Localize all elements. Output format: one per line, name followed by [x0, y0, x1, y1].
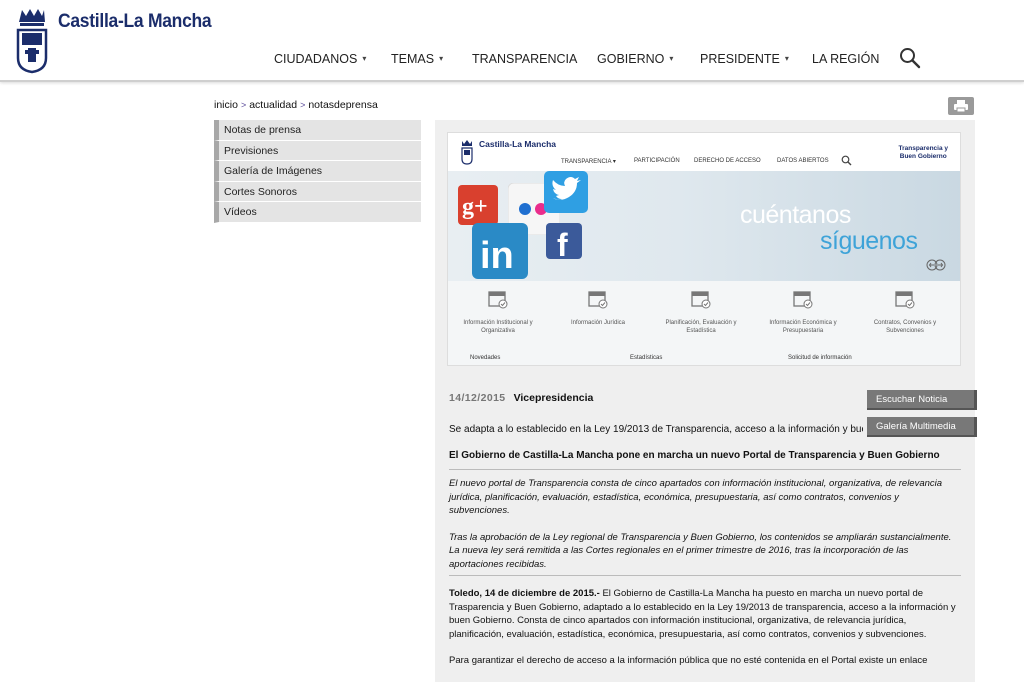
svg-text:in: in [480, 235, 514, 277]
media-gallery-button[interactable]: Galería Multimedia [867, 417, 977, 437]
nav-item-gobierno[interactable]: GOBIERNO ▾ [597, 52, 673, 66]
article-date: 14/12/2015 [449, 392, 506, 404]
preview-tile-label: Información Jurídica [570, 320, 626, 326]
breadcrumb: inicio > actualidad > notasdeprensa [214, 99, 378, 111]
preview-tile: Información Jurídica [548, 289, 648, 327]
preview-nav-item: TRANSPARENCIA ▾ [561, 159, 616, 165]
print-button[interactable] [948, 97, 974, 115]
brand-name[interactable]: Castilla-La Mancha [58, 11, 212, 33]
nav-item-presidente[interactable]: PRESIDENTE ▾ [700, 52, 789, 66]
breadcrumb-separator: > [300, 100, 306, 110]
article-image[interactable]: Castilla-La Mancha Transparencia y Buen … [447, 132, 961, 366]
chevron-down-icon: ▾ [784, 54, 789, 63]
nav-item-ciudadanos[interactable]: CIUDADANOS ▾ [274, 52, 366, 66]
preview-tile-label: Planificación, Evaluación y Estadística [665, 320, 737, 334]
divider [449, 575, 961, 576]
dateline: Toledo, 14 de diciembre de 2015.- [449, 588, 600, 599]
article-lead: Se adapta a lo establecido en la Ley 19/… [449, 424, 863, 435]
preview-tiles: Información Institucional y Organizativa… [448, 281, 960, 365]
chevron-down-icon: ▾ [439, 54, 444, 63]
banner-text-cuentanos: cuéntanos [740, 201, 851, 229]
facebook-icon: f [546, 223, 582, 259]
preview-tile: Planificación, Evaluación y Estadística [651, 289, 751, 335]
sidebar-item-previsiones[interactable]: Previsiones [214, 140, 421, 162]
preview-nav-item: DERECHO DE ACCESO [694, 158, 761, 164]
article-meta: 14/12/2015 Vicepresidencia [449, 392, 593, 404]
article-area[interactable]: Vicepresidencia [514, 392, 594, 404]
summary-paragraph: El nuevo portal de Transparencia consta … [449, 478, 943, 516]
carousel-arrows-icon [926, 259, 946, 271]
breadcrumb-separator: > [240, 100, 247, 110]
nav-label: PRESIDENTE [700, 52, 780, 66]
twitter-icon [544, 171, 588, 213]
nav-item-temas[interactable]: TEMAS ▾ [391, 52, 443, 66]
preview-tile-label: Contratos, Convenios y Subvenciones [873, 320, 937, 334]
site-header: Castilla-La Mancha CIUDADANOS ▾ TEMAS ▾ TR… [0, 0, 1024, 82]
preview-portal-title-line: Transparencia y [898, 145, 949, 152]
preview-portal-title-line: Buen Gobierno [899, 153, 947, 160]
preview-nav-item: PARTICIPACIÓN [634, 158, 680, 164]
summary-paragraph: Tras la aprobación de la Ley regional de… [449, 531, 952, 570]
google-plus-icon: g+ [458, 185, 498, 225]
breadcrumb-item-actualidad[interactable]: actualidad [249, 99, 297, 111]
preview-strip-item: Novedades [470, 355, 501, 361]
calendar-check-icon [793, 291, 813, 309]
sidebar-item-cortes-sonoros[interactable]: Cortes Sonoros [214, 181, 421, 203]
breadcrumb-item-inicio[interactable]: inicio [214, 99, 238, 111]
calendar-check-icon [895, 291, 915, 309]
calendar-check-icon [691, 291, 711, 309]
preview-tile: Contratos, Convenios y Subvenciones [855, 289, 955, 335]
nav-item-la-region[interactable]: LA REGIÓN [812, 52, 879, 66]
coat-of-arms-icon [461, 140, 473, 165]
calendar-check-icon [588, 291, 608, 309]
body-paragraph: Toledo, 14 de diciembre de 2015.- El Gob… [449, 587, 961, 641]
section-menu: Notas de prensa Previsiones Galería de I… [214, 120, 421, 223]
sidebar-item-notas-de-prensa[interactable]: Notas de prensa [214, 120, 421, 141]
preview-tile: Información Institucional y Organizativa [448, 289, 548, 335]
nav-label: LA REGIÓN [812, 52, 880, 66]
preview-brand: Castilla-La Mancha [479, 139, 556, 149]
preview-tile: Información Económica y Presupuestaria [753, 289, 853, 335]
article-headline: El Gobierno de Castilla-La Mancha pone e… [449, 450, 961, 470]
search-icon[interactable] [899, 47, 921, 69]
calendar-check-icon [488, 291, 508, 309]
banner-text-siguenos: síguenos [820, 227, 918, 255]
linkedin-icon: in [472, 223, 528, 279]
social-banner: g+ in f cuéntanos síguenos [448, 171, 960, 281]
nav-item-transparencia[interactable]: TRANSPARENCIA [472, 52, 577, 66]
print-icon [954, 100, 968, 113]
nav-label: CIUDADANOS [274, 52, 358, 66]
coat-of-arms-icon[interactable] [14, 6, 50, 74]
sidebar-item-galeria-imagenes[interactable]: Galería de Imágenes [214, 161, 421, 182]
chevron-down-icon: ▾ [362, 54, 367, 63]
nav-label: TEMAS [391, 52, 435, 66]
body-paragraph: Para garantizar el derecho de acceso a l… [449, 655, 928, 666]
preview-nav-item: DATOS ABIERTOS [777, 158, 829, 164]
chevron-down-icon: ▾ [669, 54, 674, 63]
listen-news-button[interactable]: Escuchar Noticia [867, 390, 977, 410]
breadcrumb-item-notasdeprensa[interactable]: notasdeprensa [308, 99, 377, 111]
article-panel: Castilla-La Mancha Transparencia y Buen … [435, 120, 977, 682]
preview-portal-title: Transparencia y Buen Gobierno [899, 145, 949, 161]
article-summary: El nuevo portal de Transparencia consta … [449, 477, 961, 584]
nav-label: GOBIERNO [597, 52, 665, 66]
preview-strip-item: Solicitud de información [788, 355, 852, 361]
preview-tile-label: Información Institucional y Organizativa [463, 320, 533, 334]
svg-text:f: f [557, 227, 568, 259]
nav-label: TRANSPARENCIA [472, 52, 578, 66]
preview-tile-label: Información Económica y Presupuestaria [769, 320, 837, 334]
preview-strip-item: Estadísticas [630, 355, 663, 361]
search-icon [841, 155, 852, 166]
article-body: Toledo, 14 de diciembre de 2015.- El Gob… [449, 587, 961, 681]
sidebar-item-videos[interactable]: Vídeos [214, 202, 421, 223]
svg-text:g+: g+ [462, 194, 488, 220]
